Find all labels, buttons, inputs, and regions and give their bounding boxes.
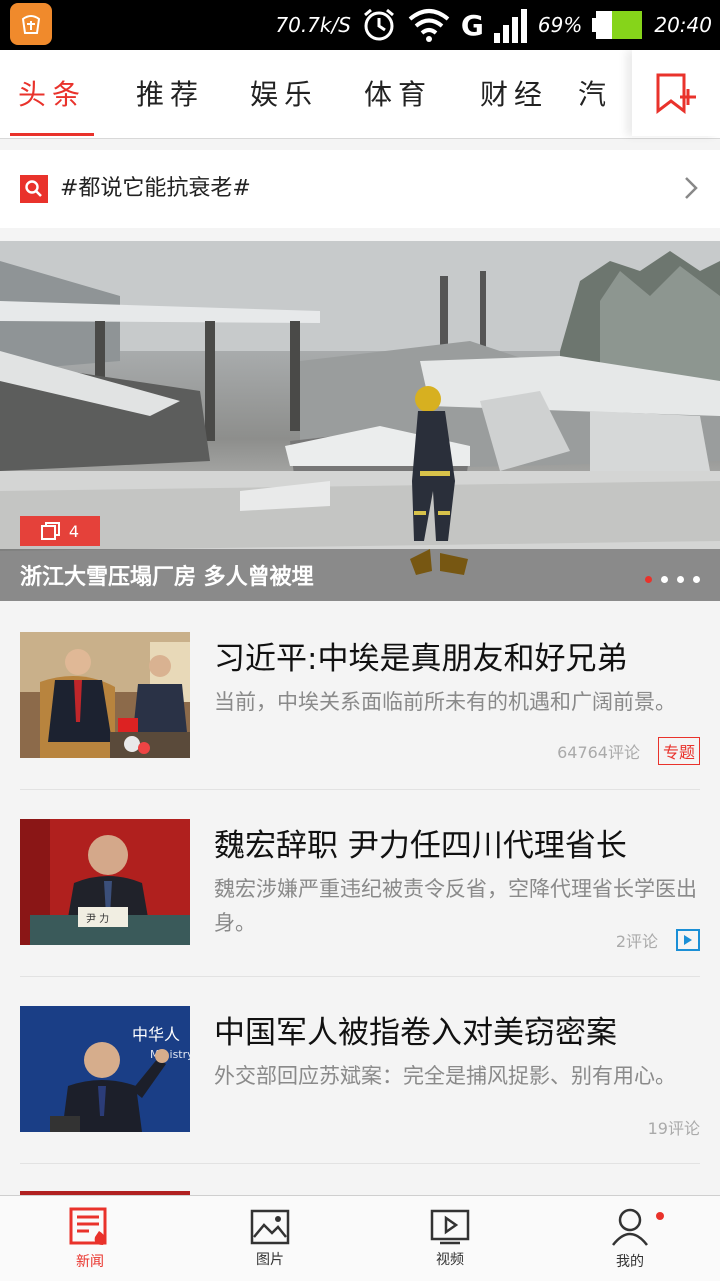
active-tab-indicator <box>10 133 94 136</box>
battery-icon <box>592 11 643 39</box>
news-title: 中国军人被指卷入对美窃密案 <box>214 1015 617 1051</box>
channel-tab-bar: 头条 推荐 娱乐 体育 财经 汽 <box>0 50 720 139</box>
nav-news[interactable]: 新闻 <box>0 1196 180 1281</box>
news-item[interactable]: 中华人 Ministry 中国军人被指卷入对美窃密案 外交部回应苏斌案：完全是捕… <box>0 977 720 1163</box>
news-meta: 64764评论 专题 <box>557 737 700 765</box>
status-bar: 70.7k/S G 69% 20:40 <box>0 0 720 50</box>
notification-dot <box>656 1212 664 1220</box>
bottom-navigation: 新闻 图片 视频 我的 <box>0 1195 720 1281</box>
carousel-dot <box>661 576 668 583</box>
topic-tag: 专题 <box>657 737 700 765</box>
news-digest: 外交部回应苏斌案：完全是捕风捉影、别有用心。 <box>214 1064 676 1088</box>
hot-search-bar[interactable]: #都说它能抗衰老# <box>0 150 720 228</box>
hero-image <box>0 241 720 601</box>
tab-headlines[interactable]: 头条 <box>0 50 104 136</box>
news-title: 习近平:中埃是真朋友和好兄弟 <box>214 641 628 677</box>
news-thumbnail: 尹 力 <box>20 819 190 945</box>
signal-type: G <box>460 8 484 42</box>
carousel-dot <box>693 576 700 583</box>
carousel-dots <box>645 576 700 583</box>
bookmark-add-icon <box>656 73 696 115</box>
comment-count: 64764评论 <box>557 743 640 762</box>
hot-search-text: #都说它能抗衰老# <box>60 176 251 201</box>
news-thumbnail: 中华人 Ministry <box>20 1006 190 1132</box>
comment-count: 19评论 <box>647 1119 700 1138</box>
tab-finance[interactable]: 财经 <box>462 50 566 136</box>
nav-profile[interactable]: 我的 <box>540 1196 720 1281</box>
news-digest: 当前，中埃关系面临前所未有的机遇和广阔前景。 <box>214 690 676 714</box>
picture-icon <box>250 1209 290 1244</box>
wifi-icon <box>408 9 450 42</box>
news-item[interactable]: 尹 力 魏宏辞职 尹力任四川代理省长 魏宏涉嫌严重违纪被责令反省，空降代理省长学… <box>0 790 720 976</box>
search-icon <box>20 175 48 203</box>
alarm-icon <box>363 8 394 41</box>
status-indicators: 70.7k/S G 69% 20:40 <box>275 0 712 50</box>
divider <box>20 1163 700 1164</box>
svg-text:尹 力: 尹 力 <box>86 912 109 925</box>
nav-pictures[interactable]: 图片 <box>180 1196 360 1281</box>
news-thumbnail <box>20 632 190 758</box>
tab-recommend[interactable]: 推荐 <box>118 50 222 136</box>
hero-title: 浙江大雪压塌厂房 多人曾被埋 <box>20 565 314 590</box>
carousel-dot <box>677 576 684 583</box>
profile-icon <box>612 1208 648 1246</box>
tab-sports[interactable]: 体育 <box>346 50 450 136</box>
svg-text:中华人: 中华人 <box>132 1025 180 1044</box>
hero-carousel[interactable]: 4 浙江大雪压塌厂房 多人曾被埋 <box>0 241 720 601</box>
gallery-icon <box>40 522 60 540</box>
video-icon <box>430 1209 470 1244</box>
photo-count-badge: 4 <box>20 516 100 546</box>
nav-video[interactable]: 视频 <box>360 1196 540 1281</box>
clock: 20:40 <box>654 13 712 37</box>
channel-manage-button[interactable] <box>632 50 720 136</box>
tab-entertainment[interactable]: 娱乐 <box>232 50 336 136</box>
net-speed: 70.7k/S <box>275 13 351 37</box>
news-item[interactable]: 习近平:中埃是真朋友和好兄弟 当前，中埃关系面临前所未有的机遇和广阔前景。 64… <box>0 603 720 789</box>
news-meta: 19评论 <box>648 1115 700 1139</box>
news-icon <box>69 1207 107 1245</box>
comment-count: 2评论 <box>615 932 658 951</box>
video-play-icon <box>676 929 700 951</box>
cell-signal-icon <box>493 9 527 43</box>
carousel-dot-active <box>645 576 652 583</box>
news-meta: 2评论 <box>616 928 700 952</box>
app-icon <box>10 3 52 45</box>
battery-percent: 69% <box>537 13 583 37</box>
news-title: 魏宏辞职 尹力任四川代理省长 <box>214 828 627 864</box>
chevron-right-icon <box>685 177 698 199</box>
